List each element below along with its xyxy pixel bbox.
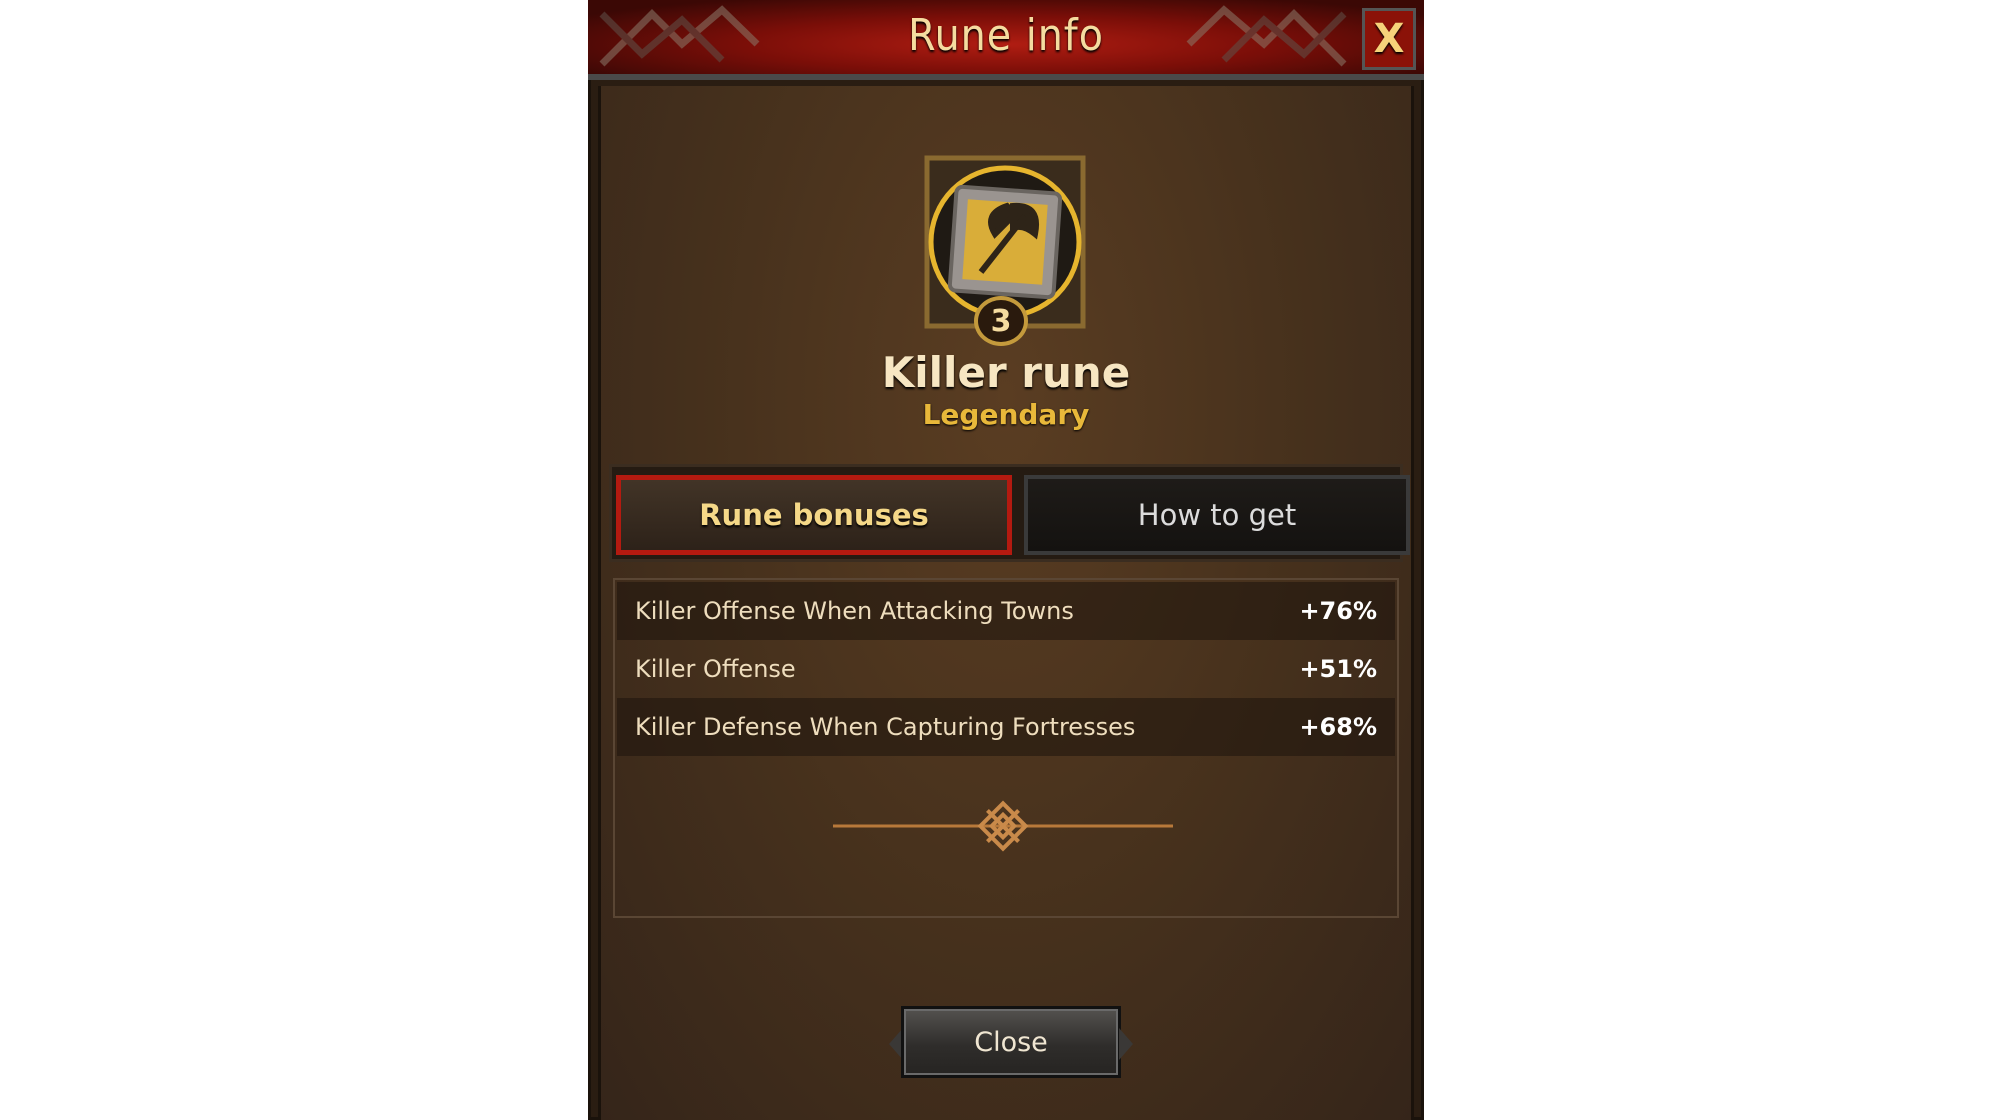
close-x-button[interactable]: X xyxy=(1362,8,1416,70)
bonus-name: Killer Offense xyxy=(635,655,796,683)
tab-rune-bonuses-label: Rune bonuses xyxy=(699,498,929,532)
dialog-header: Rune info X xyxy=(588,0,1424,80)
bonus-name: Killer Offense When Attacking Towns xyxy=(635,597,1074,625)
close-icon: X xyxy=(1373,16,1405,62)
list-item: Killer Offense When Attacking Towns +76% xyxy=(617,582,1395,640)
tab-how-to-get[interactable]: How to get xyxy=(1024,475,1410,555)
dialog-title: Rune info xyxy=(908,10,1104,61)
bonus-name: Killer Defense When Capturing Fortresses xyxy=(635,713,1136,741)
bonus-list: Killer Offense When Attacking Towns +76%… xyxy=(613,578,1399,918)
knot-divider-ornament xyxy=(833,800,1173,852)
list-item: Killer Defense When Capturing Fortresses… xyxy=(617,698,1395,756)
bonus-value: +68% xyxy=(1299,713,1377,741)
rune-level-badge: 3 xyxy=(974,296,1028,346)
list-item: Killer Offense +51% xyxy=(617,640,1395,698)
rune-rarity: Legendary xyxy=(922,398,1090,431)
close-button[interactable]: Close xyxy=(901,1006,1121,1078)
dialog-body: 3 Killer rune Legendary Rune bonuses How… xyxy=(598,86,1414,1120)
tab-bar: Rune bonuses How to get xyxy=(609,464,1410,562)
close-button-wing-right xyxy=(1119,1028,1133,1060)
rune-level: 3 xyxy=(990,303,1012,339)
bonus-value: +51% xyxy=(1299,655,1377,683)
rune-info-dialog: Rune info X 3 Killer rune Legendary Rune… xyxy=(588,0,1424,1120)
bonus-value: +76% xyxy=(1299,597,1377,625)
tab-rune-bonuses[interactable]: Rune bonuses xyxy=(616,475,1012,555)
tab-how-to-get-label: How to get xyxy=(1137,498,1297,532)
close-button-label: Close xyxy=(974,1026,1048,1058)
rune-name: Killer rune xyxy=(881,348,1131,397)
